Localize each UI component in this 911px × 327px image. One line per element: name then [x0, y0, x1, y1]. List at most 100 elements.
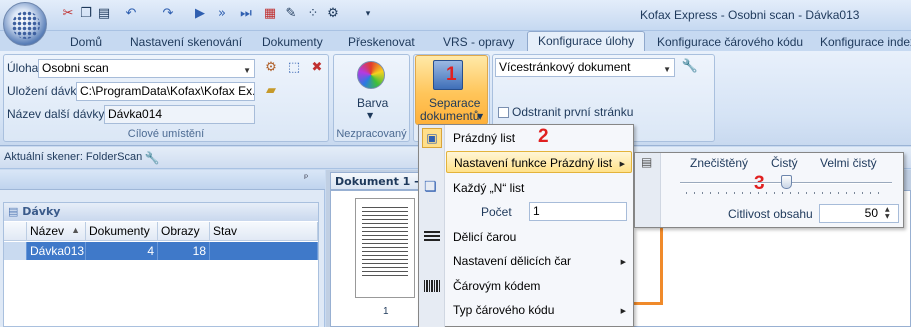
- job-settings-icon[interactable]: ⚙: [262, 59, 280, 77]
- undo-icon[interactable]: ↶: [123, 6, 139, 22]
- odstranit-checkbox[interactable]: [498, 107, 509, 118]
- menu-item-label: Nastavení dělicích čar: [453, 254, 572, 268]
- page-text-lines: [362, 207, 408, 277]
- play-icon[interactable]: ▶: [192, 6, 208, 22]
- sensitivity-slider-thumb[interactable]: [781, 175, 792, 189]
- separace-label-line2: dokumentů: [420, 109, 480, 123]
- cell-obrazy[interactable]: 18: [158, 242, 210, 260]
- customize-quick-access-icon[interactable]: ▾: [360, 6, 376, 22]
- col-stav[interactable]: Stav: [210, 222, 318, 241]
- redo-icon[interactable]: ↷: [160, 6, 176, 22]
- scale-label-znecisteny: Znečištěný: [690, 156, 749, 170]
- dots-icon[interactable]: ⁘: [305, 6, 321, 22]
- submenu-arrow-icon: ▶: [620, 259, 626, 266]
- tab-vrs-opravy[interactable]: VRS - opravy: [443, 33, 514, 51]
- app-logo-icon: [12, 11, 40, 39]
- lines-icon: [424, 231, 440, 241]
- uloha-label: Úloha: [7, 61, 39, 75]
- pin-icon[interactable]: ᵖ: [304, 173, 308, 184]
- tab-konfigurace-indexu[interactable]: Konfigurace indexu: [820, 33, 911, 51]
- davky-header: ▤ Dávky: [4, 203, 318, 221]
- cell-dokumenty[interactable]: 4: [86, 242, 158, 260]
- nazev-field[interactable]: Dávka014: [104, 105, 255, 124]
- tab-domu[interactable]: Domů: [70, 33, 102, 51]
- pane-header: [0, 170, 325, 190]
- pocet-label: Počet: [481, 205, 512, 219]
- submenu-arrow-icon: ▶: [620, 308, 626, 315]
- step-2-marker: 2: [538, 126, 549, 147]
- pages-icon: ❏: [424, 179, 437, 195]
- delete-job-icon[interactable]: ✖: [308, 59, 326, 77]
- menu-item-kazdy-n-list[interactable]: Každý „N“ list: [446, 177, 632, 199]
- menu-item-label: Nastavení funkce Prázdný list: [454, 156, 613, 170]
- tools-icon[interactable]: ✎: [283, 6, 299, 22]
- document-mode-combo[interactable]: Vícestránkový dokument ▼: [495, 58, 675, 77]
- citlivost-label: Citlivost obsahu: [728, 207, 813, 221]
- uloha-value: Osobni scan: [42, 61, 109, 75]
- menu-icon-strip: [419, 125, 445, 327]
- batches-icon: ▤: [8, 205, 23, 218]
- folder-icon[interactable]: ▰: [262, 82, 280, 100]
- chevron-down-icon: ▼: [477, 112, 484, 121]
- chevron-down-icon: ▼: [243, 66, 251, 75]
- page-thumbnail[interactable]: [355, 198, 415, 298]
- cell-nazev[interactable]: Dávka013: [27, 242, 86, 260]
- chevron-down-icon: ▼: [367, 111, 374, 120]
- barcode-icon: [424, 280, 440, 292]
- scale-label-velmi-cisty: Velmi čistý: [820, 156, 877, 170]
- nazev-label: Název další dávky: [7, 107, 105, 121]
- wrench-icon[interactable]: 🔧: [143, 149, 161, 167]
- col-obrazy[interactable]: Obrazy: [158, 222, 210, 241]
- group-label: Nezpracovaný: [336, 128, 407, 140]
- separace-label-line1: Separace: [429, 96, 481, 110]
- chevron-down-icon: ▼: [663, 65, 671, 74]
- wrench-icon[interactable]: 🔧: [681, 58, 699, 76]
- tab-preskenovat[interactable]: Přeskenovat: [348, 33, 415, 51]
- tab-dokumenty[interactable]: Dokumenty: [262, 33, 323, 51]
- spinner-arrows-icon[interactable]: ▲ ▼: [885, 206, 890, 220]
- col-nazev-label: Název: [30, 224, 65, 238]
- selected-page-outline: [633, 225, 663, 305]
- menu-item-nastaveni-prazdny-list[interactable]: Nastavení funkce Prázdný list ▶: [446, 151, 632, 173]
- barva-button[interactable]: Barva: [357, 96, 388, 110]
- ulozeni-label: Uložení dávky: [7, 84, 83, 98]
- grid-icon[interactable]: ▦: [262, 6, 278, 22]
- ulozeni-field[interactable]: C:\ProgramData\Kofax\Kofax Ex...: [76, 82, 255, 101]
- skip-end-icon[interactable]: ⏭: [238, 6, 254, 22]
- submenu-arrow-icon: ▶: [619, 161, 625, 168]
- settings-page-icon: ▤: [641, 155, 653, 169]
- tab-nastaveni-skenovani[interactable]: Nastavení skenování: [130, 33, 242, 51]
- copy-icon[interactable]: ❐: [78, 6, 94, 22]
- pocet-input[interactable]: 1: [529, 202, 627, 221]
- tab-konfigurace-caroveho-kodu[interactable]: Konfigurace čárového kódu: [657, 33, 803, 51]
- scanner-status-text: Aktuální skener: FolderScan: [4, 151, 143, 163]
- slider-ticks: [686, 192, 886, 194]
- gear-icon[interactable]: ⚙: [325, 6, 341, 22]
- page-number: 1: [383, 306, 389, 317]
- row-indicator-header: [4, 222, 27, 241]
- menu-item-delici-carou[interactable]: Dělicí čarou: [446, 226, 632, 248]
- menu-item-nastaveni-delicich-car[interactable]: Nastavení dělicích čar ▶: [446, 250, 632, 272]
- col-nazev[interactable]: Název ▲: [27, 222, 86, 241]
- scissors-icon[interactable]: ✂: [60, 6, 76, 22]
- document-mode-value: Vícestránkový dokument: [499, 60, 631, 74]
- application-menu-button[interactable]: [3, 2, 47, 46]
- tab-konfigurace-ulohy[interactable]: Konfigurace úlohy: [527, 31, 646, 52]
- fast-forward-icon[interactable]: »: [214, 6, 230, 22]
- document-header: Dokument 1 - 4: [330, 172, 425, 190]
- uloha-combo[interactable]: Osobni scan ▼: [38, 59, 255, 78]
- color-wheel-icon[interactable]: [357, 61, 385, 89]
- sort-asc-icon: ▲: [71, 225, 80, 235]
- odstranit-label: Odstranit první stránku: [512, 105, 634, 119]
- cell-stav[interactable]: [210, 242, 318, 260]
- davky-title: Dávky: [22, 205, 61, 218]
- menu-item-typ-caroveho-kodu[interactable]: Typ čárového kódu ▶: [446, 299, 632, 321]
- menu-item-label: Typ čárového kódu: [453, 303, 555, 317]
- menu-item-carovym-kodem[interactable]: Čárovým kódem: [446, 275, 632, 297]
- group-label: Cílové umístění: [127, 128, 205, 140]
- col-dokumenty[interactable]: Dokumenty: [86, 222, 158, 241]
- scale-label-cisty: Čistý: [771, 156, 798, 170]
- blank-page-icon: ▣: [422, 128, 442, 148]
- paste-icon[interactable]: ▤: [96, 6, 112, 22]
- select-icon[interactable]: ⬚: [285, 59, 303, 77]
